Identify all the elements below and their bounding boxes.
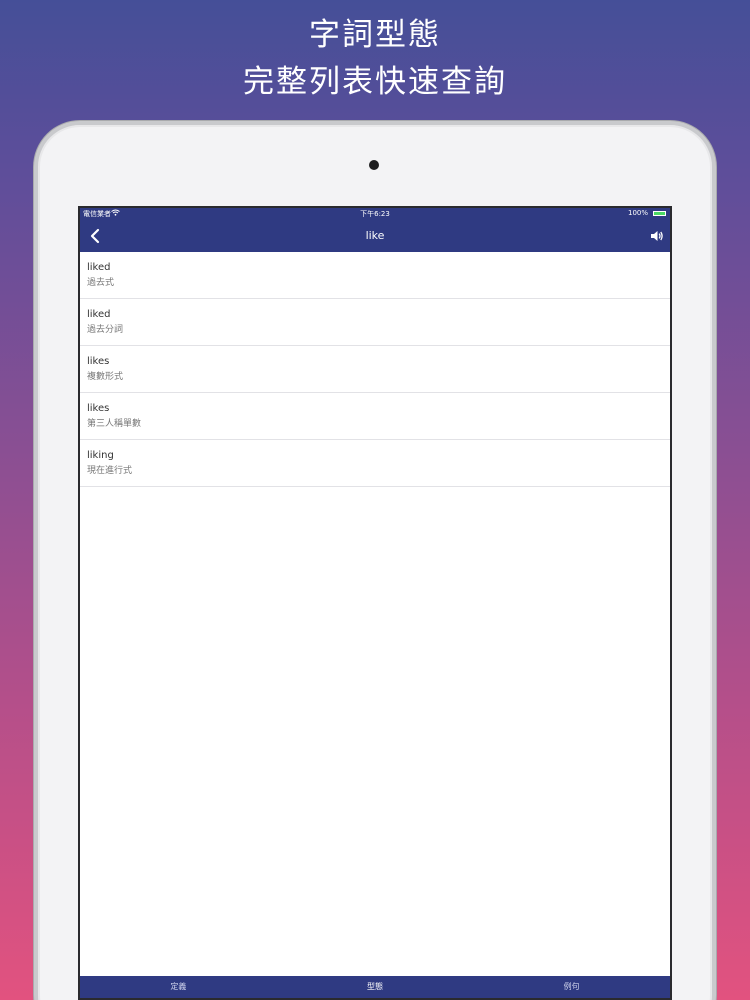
camera-icon (369, 160, 379, 170)
list-item[interactable]: likes 第三人稱單數 (80, 393, 670, 440)
status-bar: 電信業者 下午6:23 100% (80, 208, 670, 220)
form-type: 複數形式 (87, 372, 124, 382)
list-item[interactable]: liked 過去分詞 (80, 299, 670, 346)
word-forms-list: liked 過去式 liked 過去分詞 likes 複數形式 likes 第三… (80, 252, 670, 487)
app-screen: 電信業者 下午6:23 100% like liked 過去式 liked 過去… (78, 206, 672, 1000)
form-type: 過去分詞 (87, 325, 124, 335)
list-item[interactable]: liking 現在進行式 (80, 440, 670, 487)
tab-forms[interactable]: 型態 (277, 976, 474, 998)
form-word: likes (87, 403, 110, 414)
speaker-icon[interactable] (650, 228, 664, 242)
form-word: liked (87, 309, 111, 320)
promo-headline-line2: 完整列表快速查詢 (243, 64, 507, 100)
form-word: liked (87, 262, 111, 273)
form-type: 過去式 (87, 278, 115, 288)
form-word: likes (87, 356, 110, 367)
form-type: 第三人稱單數 (87, 419, 142, 429)
list-item[interactable]: liked 過去式 (80, 252, 670, 299)
battery-icon (653, 211, 666, 216)
tab-bar: 定義 型態 例句 (80, 976, 670, 998)
list-item[interactable]: likes 複數形式 (80, 346, 670, 393)
status-time: 下午6:23 (360, 210, 390, 218)
battery-fill (654, 212, 665, 215)
form-type: 現在進行式 (87, 466, 133, 476)
nav-bar: like (80, 220, 670, 252)
tab-definition[interactable]: 定義 (80, 976, 277, 998)
page-title: like (365, 229, 385, 242)
promo-headline-line1: 字詞型態 (309, 17, 441, 53)
form-word: liking (87, 450, 114, 461)
battery-percent: 100% (627, 209, 648, 217)
tab-examples[interactable]: 例句 (473, 976, 670, 998)
